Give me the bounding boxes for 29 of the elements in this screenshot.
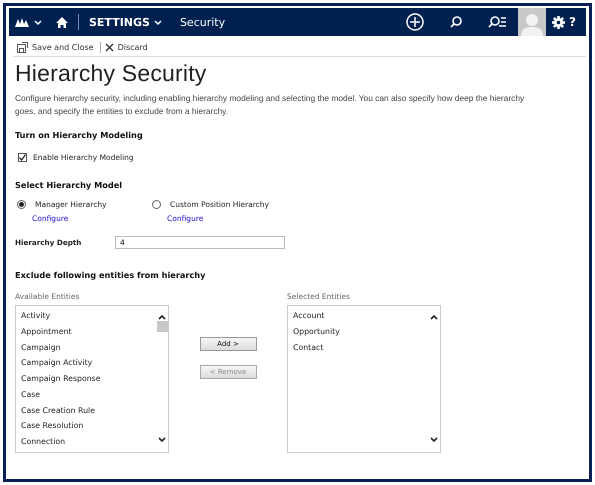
section-heading: Turn on Hierarchy Modeling <box>15 130 144 140</box>
caret-icon[interactable] <box>154 18 162 26</box>
help-button[interactable]: ? <box>569 15 576 29</box>
area-title[interactable]: SETTINGS <box>89 16 150 28</box>
page-heading: Hierarchy Security <box>15 60 208 87</box>
search-list-icon[interactable] <box>488 16 506 28</box>
plus-circle-icon[interactable] <box>406 13 424 31</box>
page-title: Security <box>180 16 226 28</box>
scroll-thumb[interactable] <box>156 321 168 332</box>
close-icon <box>104 42 114 52</box>
home-icon[interactable] <box>56 16 68 28</box>
radio-button[interactable] <box>152 200 161 209</box>
section-heading: Select Hierarchy Model <box>15 180 124 190</box>
scroll-down-icon[interactable] <box>158 437 166 443</box>
discard-button[interactable]: Discard <box>100 39 154 55</box>
section-heading: Exclude following entities from hierarchy <box>15 270 206 280</box>
logo-icon[interactable] <box>15 17 29 27</box>
caret-icon[interactable] <box>34 18 42 26</box>
save-close-button[interactable]: Save and Close <box>13 39 100 55</box>
checkbox[interactable] <box>18 153 27 162</box>
scroll-up-icon[interactable] <box>430 314 438 320</box>
description: Configure hierarchy security, including enabling hierarchy modeling and selecting the model. You can also specify how deep the hierarchy goes, and specify the entities to exclude from a hierarchy. <box>15 92 526 118</box>
scroll-up-icon[interactable] <box>158 314 166 320</box>
settings-icon[interactable] <box>552 16 566 28</box>
scroll-down-icon[interactable] <box>430 437 438 443</box>
save-icon <box>17 42 28 52</box>
radio-button[interactable] <box>17 200 26 209</box>
person-icon <box>521 12 544 36</box>
search-icon[interactable] <box>450 16 462 28</box>
